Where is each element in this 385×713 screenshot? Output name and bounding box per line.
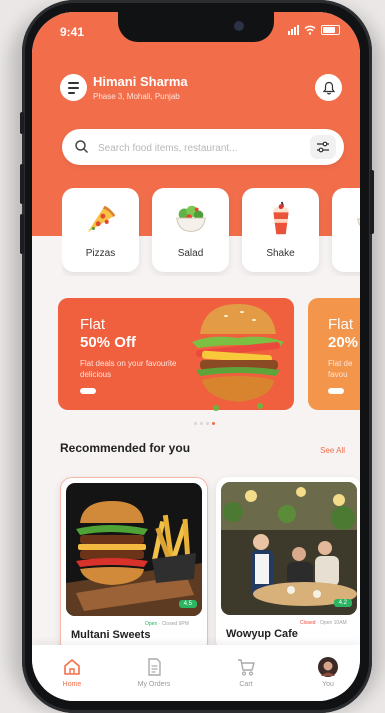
camera-dot — [234, 21, 244, 31]
status-icons — [288, 25, 340, 35]
signal-icon — [288, 25, 299, 35]
recommended-title: Recommended for you — [60, 441, 191, 455]
restaurant-name: Wowyup Cafe — [226, 628, 298, 640]
restaurant-card[interactable]: 4.2 Closed · Open 10AM Wowyup Cafe — [216, 477, 360, 652]
banner-indicator — [328, 388, 344, 394]
search-input[interactable] — [96, 138, 290, 158]
offer-banner[interactable]: Flat 50% Off Flat deals on your favourit… — [58, 298, 294, 411]
banner-description: Flat de favou — [328, 359, 353, 379]
carousel-dot[interactable] — [206, 422, 209, 425]
phone-mute-button — [20, 112, 24, 134]
search-icon — [75, 140, 89, 154]
restaurant-card[interactable]: 4.5 Open · Closed 9PM Multani Sweets — [60, 477, 208, 654]
phone-power-button — [370, 170, 374, 234]
carousel-dot-active[interactable] — [212, 422, 215, 425]
phone-volume-down-button — [20, 214, 24, 254]
profile-avatar — [318, 657, 338, 677]
category-label: Shake — [266, 248, 295, 259]
category-list: Pizzas Salad Shake — [62, 188, 360, 276]
burger-image — [192, 304, 284, 411]
category-label: Salad — [177, 248, 204, 259]
category-shake[interactable]: Shake — [242, 188, 319, 272]
banner-title: Flat — [328, 316, 354, 333]
category-pizzas[interactable]: Pizzas — [62, 188, 139, 272]
banner-title: Flat — [80, 316, 106, 333]
category-sandwich[interactable]: Sa — [332, 188, 360, 272]
filter-icon — [317, 141, 329, 153]
nav-label: My Orders — [137, 681, 171, 688]
rating-tag: 4.5 — [178, 600, 197, 608]
category-label: Pizzas — [85, 248, 116, 259]
carousel-dots — [194, 422, 215, 425]
carousel-dot[interactable] — [200, 422, 203, 425]
shake-icon — [273, 201, 289, 235]
rating-tag: 4.2 — [333, 599, 352, 607]
search-bar — [62, 129, 344, 165]
phone-notch — [118, 12, 274, 42]
category-salad[interactable]: Salad — [152, 188, 229, 272]
app-header: Himani Sharma Phase 3, Mohali, Punjab — [60, 74, 342, 104]
filter-button[interactable] — [310, 135, 336, 159]
category-label: Sa — [332, 248, 360, 259]
user-address: Phase 3, Mohali, Punjab — [93, 92, 180, 101]
restaurant-status: Open · Closed 9PM — [145, 621, 189, 627]
orders-icon — [148, 658, 161, 676]
user-name: Himani Sharma — [93, 74, 188, 89]
nav-label: Home — [62, 681, 82, 688]
bell-icon — [322, 81, 335, 94]
offer-banner[interactable]: Flat 20% Flat de favou — [308, 298, 360, 410]
app-screen: 9:41 Himani Sharma Phase 3, Mohali, Punj… — [32, 12, 360, 701]
pizza-icon — [87, 205, 116, 233]
restaurant-image — [221, 482, 357, 615]
salad-icon — [176, 205, 206, 232]
restaurant-image — [66, 483, 202, 616]
restaurant-name: Multani Sweets — [71, 629, 151, 641]
carousel-dot[interactable] — [194, 422, 197, 425]
nav-home[interactable]: Home — [42, 657, 102, 697]
nav-my-orders[interactable]: My Orders — [124, 657, 184, 697]
nav-cart[interactable]: Cart — [216, 657, 276, 697]
status-time: 9:41 — [60, 25, 85, 39]
menu-button[interactable] — [60, 74, 87, 101]
nav-you[interactable]: You — [298, 657, 358, 697]
banner-offer: 20% — [328, 334, 359, 351]
restaurant-status: Closed · Open 10AM — [300, 620, 347, 626]
phone-volume-up-button — [20, 164, 24, 204]
banner-indicator — [80, 388, 96, 394]
nav-label: You — [322, 681, 334, 688]
wifi-icon — [304, 25, 316, 35]
sandwich-icon — [357, 218, 360, 227]
menu-icon — [68, 81, 79, 84]
status-bar: 9:41 — [32, 12, 360, 48]
cafe-interior-photo — [221, 482, 357, 615]
cart-icon — [238, 659, 255, 676]
home-icon — [64, 659, 80, 675]
battery-icon — [321, 25, 340, 35]
nav-label: Cart — [239, 681, 253, 688]
bottom-navigation: Home My Orders Cart You — [32, 645, 360, 701]
notification-button[interactable] — [315, 74, 342, 101]
banner-offer: 50% Off — [80, 334, 136, 351]
banner-description: Flat deals on your favourite delicious — [80, 359, 177, 379]
see-all-link[interactable]: See All — [320, 446, 345, 455]
burger-fries-photo — [66, 483, 202, 616]
